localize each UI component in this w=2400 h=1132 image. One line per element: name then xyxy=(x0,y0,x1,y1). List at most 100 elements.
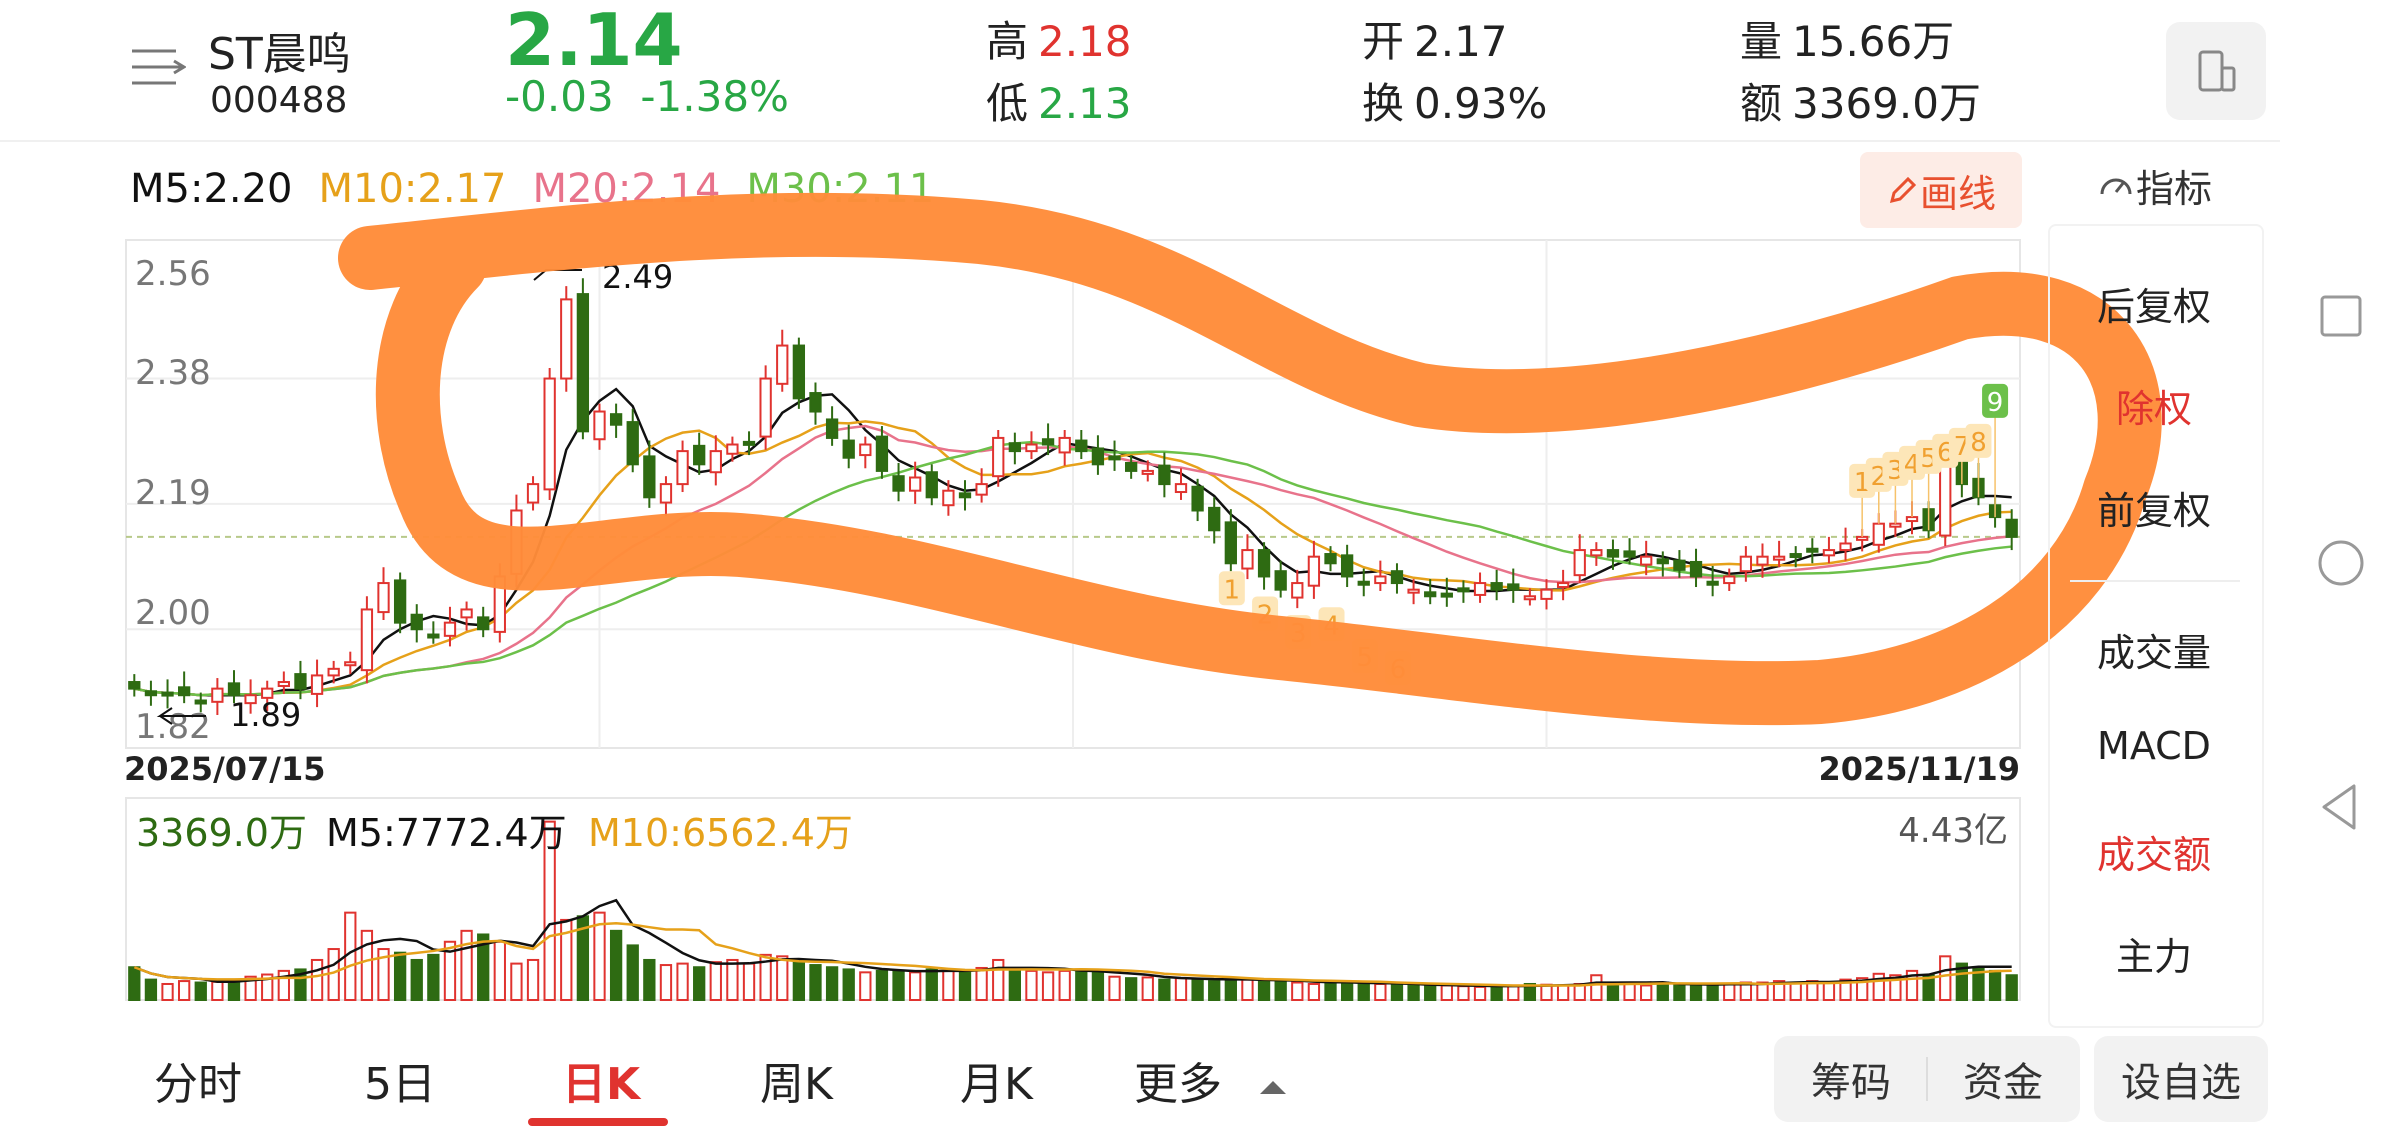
volume-bar xyxy=(194,981,207,1002)
candle-body xyxy=(1440,592,1453,598)
candle-body xyxy=(792,344,806,400)
candle-body xyxy=(875,435,889,472)
volume-bar xyxy=(1108,975,1121,1001)
candle-body xyxy=(161,691,174,697)
candle-body xyxy=(1723,575,1736,585)
candle-body xyxy=(477,616,490,631)
volume-bar xyxy=(1939,955,1952,1002)
candle-body xyxy=(1407,588,1420,594)
menu-main-force[interactable]: 主力 xyxy=(2050,926,2258,981)
volume-max-label: 4.43亿 xyxy=(1898,811,2008,851)
candle-body xyxy=(1756,555,1769,566)
candle-body xyxy=(576,293,590,433)
side-menu-divider xyxy=(2070,580,2240,582)
candle-body xyxy=(1041,438,1055,446)
candle-body xyxy=(1839,542,1852,552)
candle-body xyxy=(1905,516,1919,523)
tab-5day[interactable]: 5日 xyxy=(364,1048,436,1112)
menu-ex-right[interactable]: 除权 xyxy=(2050,378,2258,433)
tab-weekly-k[interactable]: 周K xyxy=(760,1048,833,1112)
candle-body xyxy=(294,673,307,690)
volume-bar xyxy=(493,940,506,1002)
candle-body xyxy=(1822,549,1836,557)
menu-amount[interactable]: 成交额 xyxy=(2050,824,2258,879)
tab-daily-k[interactable]: 日K xyxy=(562,1048,640,1112)
candle-body xyxy=(1274,570,1287,591)
candle-body xyxy=(1390,570,1404,585)
y-tick-label: 2.19 xyxy=(135,473,211,513)
candle-body xyxy=(593,410,606,441)
volume-bar xyxy=(1041,971,1055,1001)
funds-button[interactable]: 资金 xyxy=(1928,1050,2078,1108)
candle-body xyxy=(1623,550,1636,558)
candle-body xyxy=(859,443,872,457)
volume-bar xyxy=(1191,978,1204,1002)
candle-body xyxy=(560,298,573,380)
candle-body xyxy=(1590,549,1603,557)
tab-intraday[interactable]: 分时 xyxy=(154,1048,242,1112)
candle-body xyxy=(360,608,374,672)
candle-body xyxy=(1075,439,1088,453)
candle-body xyxy=(1008,442,1022,453)
candle-body xyxy=(1058,436,1071,454)
candle-body xyxy=(1124,461,1138,472)
candle-body xyxy=(1241,549,1254,570)
volume-bar xyxy=(1822,981,1836,1002)
menu-forward-adjust[interactable]: 前复权 xyxy=(2050,480,2258,535)
volume-bar xyxy=(1340,980,1354,1002)
menu-volume[interactable]: 成交量 xyxy=(2050,622,2258,677)
volume-bar xyxy=(1208,980,1221,1002)
volume-bar xyxy=(128,966,141,1001)
candle-body xyxy=(1689,560,1703,578)
volume-bar xyxy=(1606,982,1620,1002)
add-watchlist-button[interactable]: 设自选 xyxy=(2094,1036,2268,1122)
candle-body xyxy=(410,613,423,631)
volume-bar xyxy=(1374,982,1387,1002)
volume-bar xyxy=(992,958,1005,1002)
menu-back-adjust[interactable]: 后复权 xyxy=(2050,276,2258,331)
volume-bar xyxy=(1540,983,1553,1001)
chips-funds-group: 筹码 资金 xyxy=(1774,1036,2080,1122)
candle-body xyxy=(2005,518,2018,538)
volume-bar xyxy=(875,969,889,1002)
volume-bar xyxy=(410,958,423,1002)
candle-body xyxy=(1656,558,1669,565)
candle-body xyxy=(759,377,772,438)
volume-bar xyxy=(958,969,972,1002)
y-tick-label: 2.38 xyxy=(135,353,211,393)
candle-body xyxy=(1191,485,1204,512)
volume-bar xyxy=(909,971,922,1001)
volume-bar xyxy=(1390,984,1404,1002)
candle-body xyxy=(1224,521,1237,565)
candle-body xyxy=(1706,580,1719,586)
volume-bar xyxy=(842,968,855,1002)
volume-bar xyxy=(1091,971,1105,1001)
candle-body xyxy=(726,443,739,455)
candle-body xyxy=(1573,549,1586,577)
volume-bar xyxy=(742,962,756,1001)
candle-body xyxy=(1889,522,1902,528)
volume-bar xyxy=(626,944,639,1002)
volume-bar xyxy=(1224,977,1237,1001)
volume-bar xyxy=(1124,977,1138,1001)
volume-current: 3369.0万 xyxy=(136,811,307,855)
volume-bar xyxy=(1324,981,1337,1002)
volume-bar xyxy=(1291,981,1304,1002)
menu-macd[interactable]: MACD xyxy=(2050,724,2258,768)
volume-bar xyxy=(892,969,905,1002)
candle-body xyxy=(1108,455,1121,461)
candle-body xyxy=(1174,483,1188,494)
volume-bar xyxy=(643,958,656,1002)
x-end-date: 2025/11/19 xyxy=(1819,750,2021,788)
kline-chart[interactable]: 123 45 61 2 3 4 5 6 7 89 2.56 2.38 2.19 2.00 1.82… xyxy=(0,0,2290,1030)
candle-body xyxy=(1673,559,1686,571)
tab-monthly-k[interactable]: 月K xyxy=(960,1048,1033,1112)
tab-more[interactable]: 更多 xyxy=(1134,1048,1286,1112)
chips-button[interactable]: 筹码 xyxy=(1776,1050,1926,1108)
tab-more-label: 更多 xyxy=(1134,1059,1222,1110)
candle-body xyxy=(1806,547,1819,553)
candle-body xyxy=(344,661,357,667)
volume-bar xyxy=(1174,977,1188,1001)
candle-body xyxy=(1739,555,1753,573)
recents-icon xyxy=(2320,295,2362,337)
